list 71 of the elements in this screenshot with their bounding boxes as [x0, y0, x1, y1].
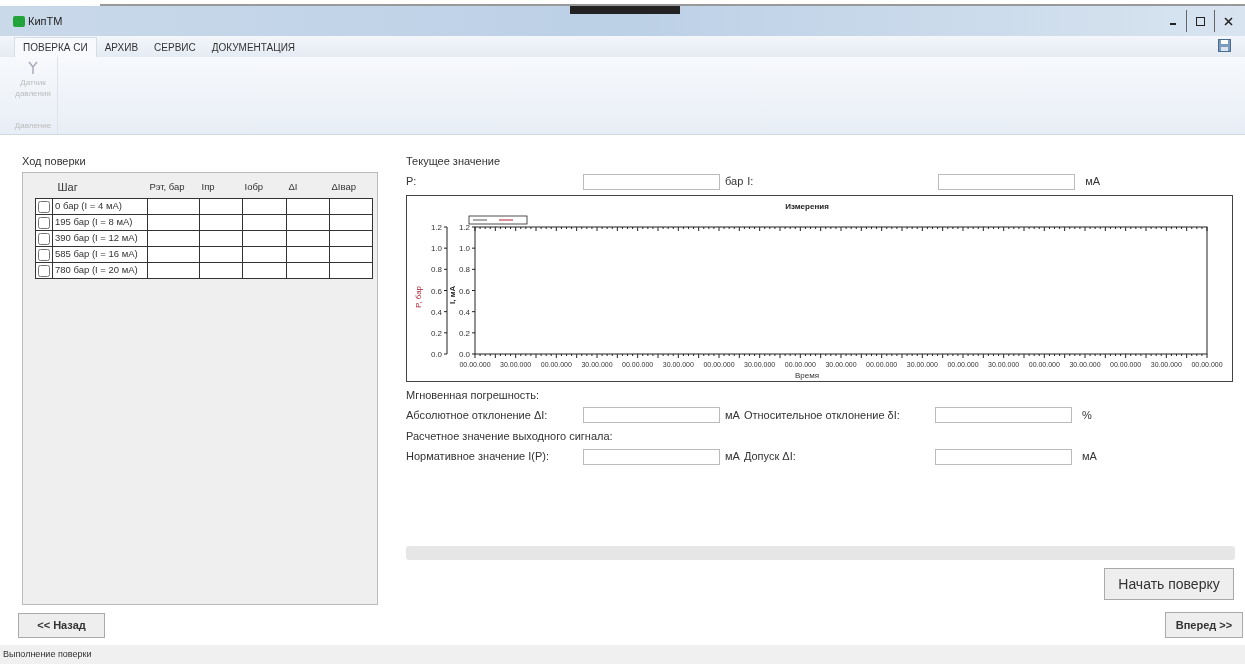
next-button[interactable]: Вперед >> [1165, 612, 1243, 638]
column-header: Шаг [57, 181, 78, 193]
field-label: Относительное отклонение δI: [743, 407, 901, 423]
step-checkbox[interactable] [38, 232, 50, 245]
tick-label: 0.4 [430, 307, 442, 317]
section-title: Текущее значение [406, 154, 502, 169]
app-icon [12, 14, 26, 28]
unit-label: мА [725, 407, 740, 423]
close-icon [1223, 16, 1233, 26]
tick-label: 0.2 [458, 328, 470, 338]
field-label: Абсолютное отклонение ΔI: [406, 407, 549, 423]
unit-label: бар [725, 174, 744, 190]
step-checkbox[interactable] [38, 248, 50, 261]
relative-deviation-field[interactable] [934, 407, 1072, 423]
column-header: ΔIвар [331, 181, 356, 193]
tick-label: 0.6 [458, 286, 470, 295]
step-label: 195 бар (I = 8 мА) [52, 215, 133, 230]
axis-label: P, бар [414, 285, 423, 308]
window-title: КипТМ [28, 13, 63, 29]
step-label: 780 бар (I = 20 мА) [52, 263, 138, 278]
tick-label: 0.6 [430, 286, 442, 295]
column-header: ΔI [288, 181, 298, 193]
unit-label: мА [1081, 449, 1097, 465]
normative-value-field[interactable] [583, 448, 720, 465]
unit-label: % [1081, 407, 1092, 423]
section-title: Мгновенная погрешность: [406, 387, 541, 403]
menu-tab[interactable]: СЕРВИС [146, 37, 204, 57]
step-checkbox[interactable] [38, 216, 50, 229]
status-text: Выполнение поверки [3, 647, 92, 661]
maximize-icon [1196, 16, 1205, 26]
tick-label: 0.4 [458, 307, 470, 317]
section-title: Ход поверки [22, 154, 87, 169]
tick-label: 1.0 [458, 243, 470, 253]
chart-legend [468, 215, 528, 224]
tick-label: 1.0 [430, 243, 442, 253]
unit-label: мА [725, 449, 740, 465]
column-header: Рэт, бар [149, 181, 185, 193]
menu-tab[interactable]: ПОВЕРКА СИ [14, 37, 97, 57]
axis-label: I, мА [448, 285, 457, 304]
tick-label: 0.0 [458, 349, 470, 359]
field-label: I: [747, 174, 755, 190]
tick-label: 0.2 [430, 328, 442, 338]
back-button[interactable]: << Назад [18, 612, 105, 638]
current-field[interactable] [938, 173, 1076, 190]
absolute-deviation-field[interactable] [583, 407, 720, 423]
unit-label: мА [1085, 174, 1101, 190]
pressure-field[interactable] [583, 173, 720, 190]
step-checkbox[interactable] [38, 264, 50, 277]
tick-label: 0.0 [430, 349, 442, 359]
section-title: Расчетное значение выходного сигнала: [406, 429, 614, 444]
column-header: Iпр [201, 181, 215, 193]
tick-label: 1.2 [430, 222, 442, 232]
tick-label: 1.2 [458, 222, 470, 232]
step-label: 390 бар (I = 12 мА) [52, 231, 138, 246]
step-checkbox[interactable] [38, 200, 50, 213]
step-label: 585 бар (I = 16 мА) [52, 247, 138, 262]
sensor-icon [27, 61, 39, 75]
field-label: Допуск ΔI: [743, 449, 797, 465]
save-icon[interactable] [1218, 39, 1231, 52]
start-verification-button[interactable]: Начать поверку [1104, 568, 1234, 600]
field-label: P: [406, 174, 418, 190]
field-label: Нормативное значение I(P): [406, 449, 551, 465]
tolerance-field[interactable] [934, 448, 1072, 465]
menu-tab[interactable]: АРХИВ [96, 37, 147, 57]
tick-label: 0.8 [458, 264, 470, 274]
menu-tab[interactable]: ДОКУМЕНТАЦИЯ [203, 37, 304, 57]
column-header: Iобр [244, 181, 264, 193]
tick-label: 0.8 [430, 264, 442, 274]
chart-title: Измерения [785, 201, 829, 211]
axis-label: Время [794, 370, 820, 380]
step-label: 0 бар (I = 4 мА) [52, 199, 122, 214]
